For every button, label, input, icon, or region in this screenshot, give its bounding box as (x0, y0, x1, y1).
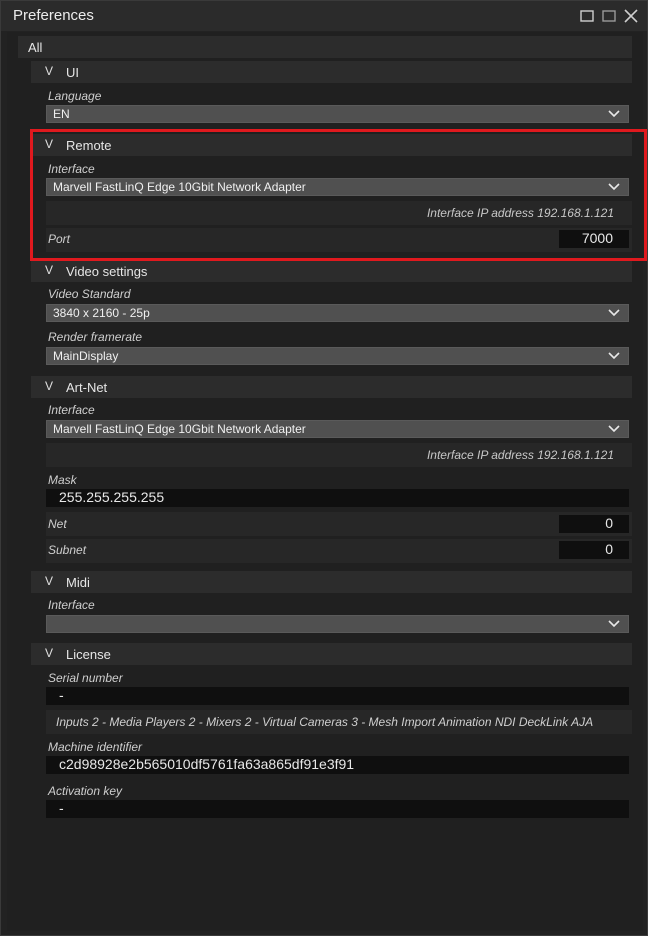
chevron-down-icon: V (45, 646, 54, 660)
section-remote-title: Remote (66, 138, 112, 153)
close-icon[interactable] (623, 8, 639, 24)
window-title: Preferences (13, 7, 94, 24)
render-framerate-value: MainDisplay (53, 349, 119, 363)
machine-identifier-input[interactable]: c2d98928e2b565010df5761fa63a865df91e3f91 (46, 756, 629, 774)
activation-key-label: Activation key (48, 784, 123, 798)
chevron-down-icon: V (45, 64, 54, 78)
video-standard-value: 3840 x 2160 - 25p (53, 306, 150, 320)
dropdown-arrow-icon (608, 110, 620, 118)
dropdown-arrow-icon (608, 425, 620, 433)
artnet-ip-info: Interface IP address 192.168.1.121 (426, 448, 614, 462)
language-dropdown[interactable]: EN (46, 105, 629, 123)
video-standard-dropdown[interactable]: 3840 x 2160 - 25p (46, 304, 629, 322)
mask-value: 255.255.255.255 (59, 489, 165, 505)
dropdown-arrow-icon (608, 352, 620, 360)
subnet-label: Subnet (48, 543, 87, 557)
serial-number-input[interactable]: - (46, 687, 629, 705)
chevron-down-icon: V (45, 379, 54, 393)
section-midi-header[interactable]: V Midi (31, 571, 632, 593)
section-artnet-title: Art-Net (66, 380, 108, 395)
net-input[interactable]: 0 (559, 515, 629, 533)
language-value: EN (53, 107, 70, 121)
remote-ip-info: Interface IP address 192.168.1.121 (426, 206, 614, 220)
section-video-title: Video settings (66, 264, 148, 279)
artnet-interface-value: Marvell FastLinQ Edge 10Gbit Network Ada… (53, 422, 306, 436)
subnet-value: 0 (605, 541, 613, 557)
title-bar[interactable]: Preferences (1, 1, 647, 31)
net-label: Net (48, 517, 67, 531)
activation-key-input[interactable]: - (46, 800, 629, 818)
serial-number-label: Serial number (48, 671, 123, 685)
minimize-icon[interactable] (579, 8, 595, 24)
chevron-down-icon: V (45, 137, 54, 151)
artnet-interface-dropdown[interactable]: Marvell FastLinQ Edge 10Gbit Network Ada… (46, 420, 629, 438)
license-features: Inputs 2 - Media Players 2 - Mixers 2 - … (56, 715, 594, 729)
dropdown-arrow-icon (608, 620, 620, 628)
section-ui-title: UI (66, 65, 79, 80)
render-framerate-label: Render framerate (48, 330, 143, 344)
preferences-panel: All V UI Language EN V Remote Interface … (7, 32, 643, 931)
midi-interface-label: Interface (48, 598, 95, 612)
net-value: 0 (605, 515, 613, 531)
dropdown-arrow-icon (608, 309, 620, 317)
tree-root-all[interactable]: All (18, 36, 632, 58)
dropdown-arrow-icon (608, 183, 620, 191)
remote-port-row (46, 228, 632, 252)
machine-identifier-value: c2d98928e2b565010df5761fa63a865df91e3f91 (59, 756, 355, 772)
chevron-down-icon: V (45, 263, 54, 277)
net-row (46, 512, 632, 536)
section-midi-title: Midi (66, 575, 90, 590)
remote-ip-row: Interface IP address 192.168.1.121 (46, 201, 632, 225)
artnet-interface-label: Interface (48, 403, 95, 417)
section-license-title: License (66, 647, 111, 662)
port-value: 7000 (581, 230, 613, 246)
section-ui-header[interactable]: V UI (31, 61, 632, 83)
subnet-input[interactable]: 0 (559, 541, 629, 559)
section-license-header[interactable]: V License (31, 643, 632, 665)
tree-root-label: All (28, 40, 43, 55)
license-features-row: Inputs 2 - Media Players 2 - Mixers 2 - … (46, 710, 632, 734)
section-artnet-header[interactable]: V Art-Net (31, 376, 632, 398)
mask-label: Mask (48, 473, 77, 487)
remote-interface-label: Interface (48, 162, 95, 176)
video-standard-label: Video Standard (48, 287, 131, 301)
machine-identifier-label: Machine identifier (48, 740, 143, 754)
subnet-row (46, 539, 632, 563)
serial-number-value: - (59, 687, 64, 703)
port-input[interactable]: 7000 (559, 230, 629, 248)
section-video-header[interactable]: V Video settings (31, 260, 632, 282)
artnet-ip-row: Interface IP address 192.168.1.121 (46, 443, 632, 467)
section-remote-header[interactable]: V Remote (31, 134, 632, 156)
chevron-down-icon: V (45, 574, 54, 588)
activation-key-value: - (59, 800, 64, 816)
preferences-window: Preferences All V UI Language EN V Remot… (0, 0, 648, 936)
remote-interface-value: Marvell FastLinQ Edge 10Gbit Network Ada… (53, 180, 306, 194)
midi-interface-dropdown[interactable] (46, 615, 629, 633)
remote-interface-dropdown[interactable]: Marvell FastLinQ Edge 10Gbit Network Ada… (46, 178, 629, 196)
maximize-icon[interactable] (601, 8, 617, 24)
render-framerate-dropdown[interactable]: MainDisplay (46, 347, 629, 365)
mask-input[interactable]: 255.255.255.255 (46, 489, 629, 507)
port-label: Port (48, 232, 71, 246)
language-label: Language (48, 89, 102, 103)
